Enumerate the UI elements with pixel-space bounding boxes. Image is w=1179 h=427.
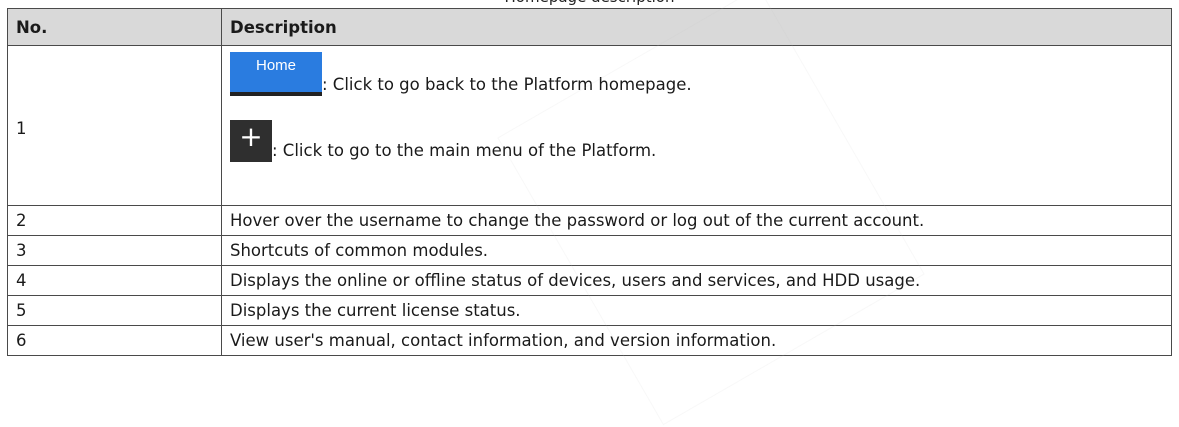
row-description: Shortcuts of common modules. <box>221 235 1172 266</box>
description-table: No. Description 1 Home : Click to go bac… <box>7 8 1172 356</box>
row-description: View user's manual, contact information,… <box>221 325 1172 356</box>
home-description: : Click to go back to the Platform homep… <box>322 75 692 94</box>
table-caption: Homepage description <box>0 0 1179 8</box>
home-button: Home <box>230 52 322 96</box>
row-description: Displays the online or offline status of… <box>221 265 1172 296</box>
column-header-number: No. <box>7 8 222 46</box>
table-row: 5 Displays the current license status. <box>7 295 1172 326</box>
plus-icon: + <box>230 120 272 162</box>
row-number: 5 <box>7 295 222 326</box>
table-row: 6 View user's manual, contact informatio… <box>7 325 1172 356</box>
table-header-row: No. Description <box>7 8 1172 46</box>
row-number: 1 <box>7 45 222 206</box>
row-number: 2 <box>7 205 222 236</box>
table-row: 4 Displays the online or offline status … <box>7 265 1172 296</box>
row-number: 3 <box>7 235 222 266</box>
row-description: Home : Click to go back to the Platform … <box>221 45 1172 206</box>
menu-line: + : Click to go to the main menu of the … <box>230 120 1163 162</box>
table-row: 2 Hover over the username to change the … <box>7 205 1172 236</box>
column-header-description: Description <box>221 8 1172 46</box>
menu-description: : Click to go to the main menu of the Pl… <box>272 141 657 160</box>
table-row: 3 Shortcuts of common modules. <box>7 235 1172 266</box>
row-description: Displays the current license status. <box>221 295 1172 326</box>
table-row: 1 Home : Click to go back to the Platfor… <box>7 45 1172 206</box>
home-line: Home : Click to go back to the Platform … <box>230 52 1163 96</box>
row-description: Hover over the username to change the pa… <box>221 205 1172 236</box>
row-number: 4 <box>7 265 222 296</box>
row-number: 6 <box>7 325 222 356</box>
